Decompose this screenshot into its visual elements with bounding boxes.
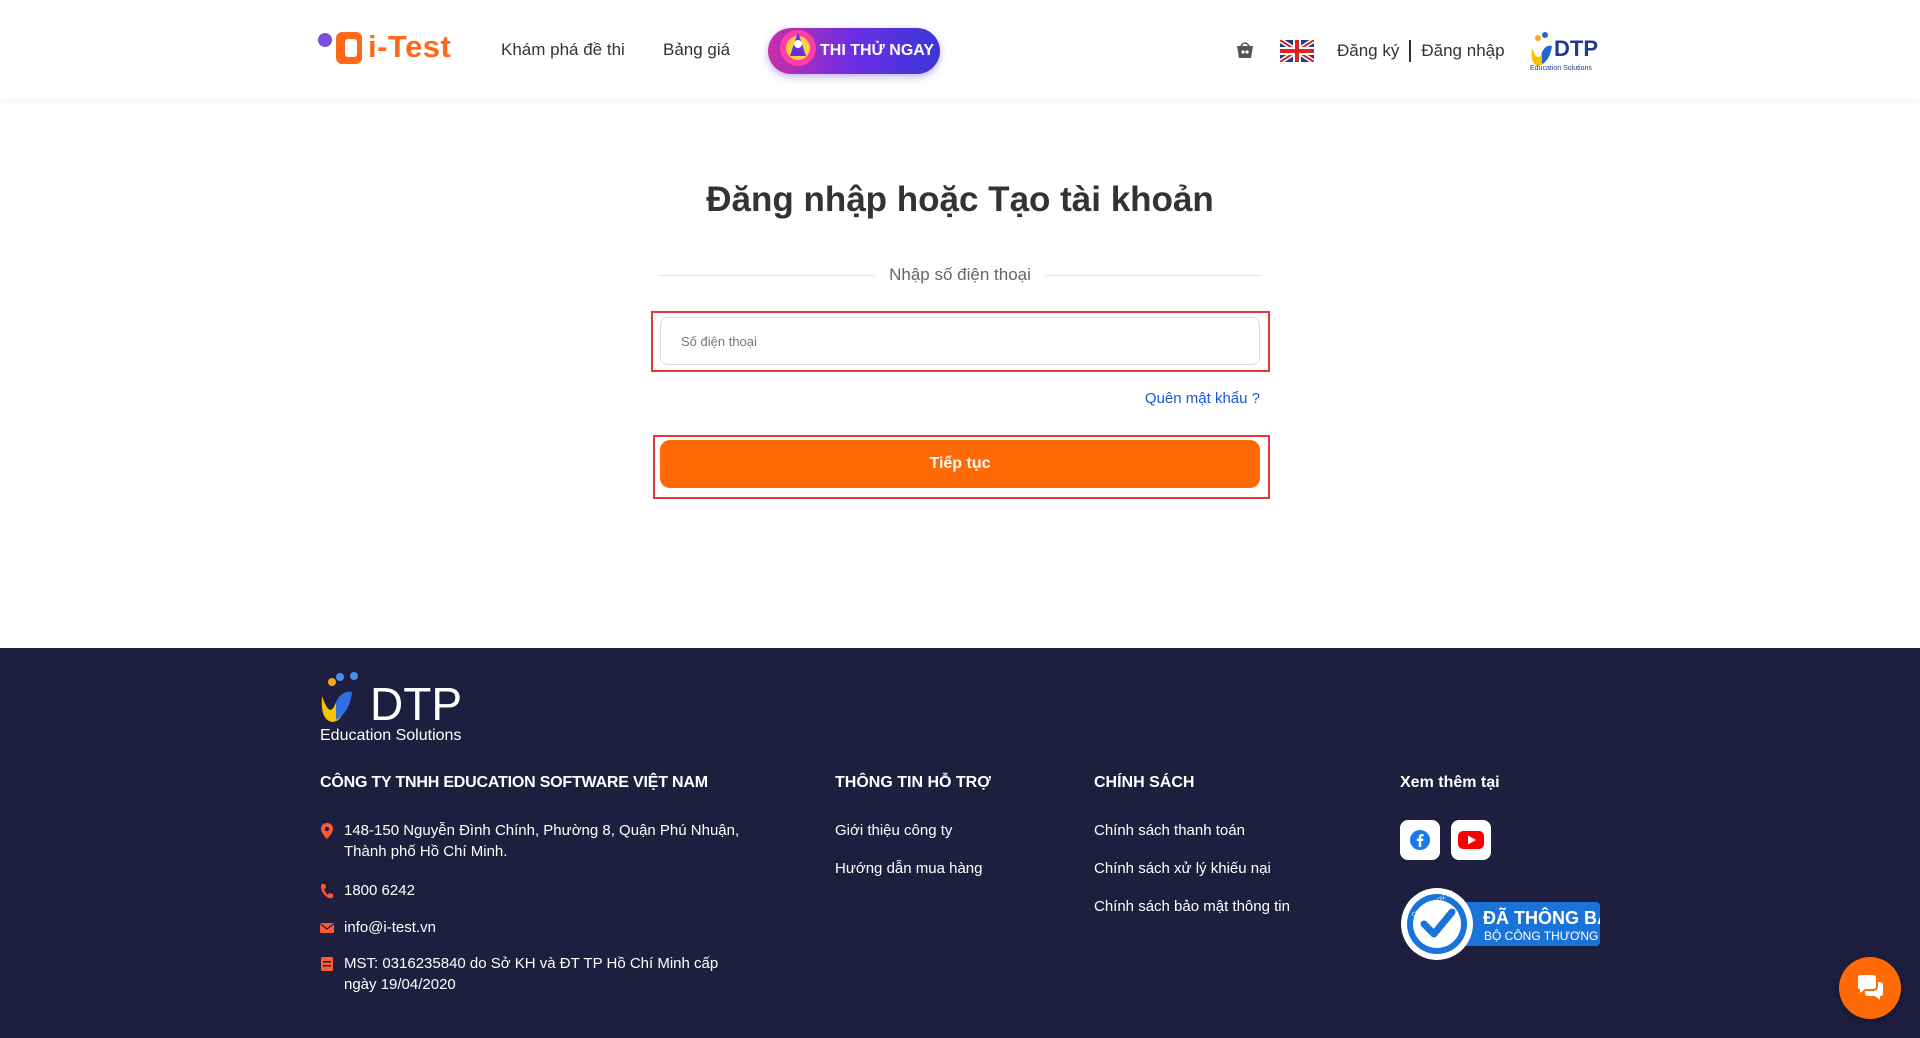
dtp-small-text: DTP (1554, 36, 1598, 61)
link-payment-policy[interactable]: Chính sách thanh toán (1094, 822, 1245, 839)
address-row: 148-150 Nguyễn Đình Chính, Phường 8, Quậ… (320, 820, 739, 862)
phone-icon (321, 884, 333, 899)
cart-icon[interactable] (1234, 40, 1256, 62)
address-line-1: 148-150 Nguyễn Đình Chính, Phường 8, Quậ… (344, 822, 740, 839)
dtp-small-sub: Education Solutions (1530, 65, 1592, 72)
try-test-now-button[interactable]: THI THỬ NGAY (768, 28, 940, 74)
address-line-2: Thành phố Hồ Chí Minh. (344, 843, 508, 860)
nav-explore-exams[interactable]: Khám phá đề thi (501, 40, 625, 60)
chat-button[interactable] (1839, 957, 1901, 1019)
badge-line-2: BỘ CÔNG THƯƠNG (1484, 928, 1598, 943)
badge-line-1: ĐÃ THÔNG BÁO (1483, 907, 1600, 928)
policy-title: CHÍNH SÁCH (1094, 774, 1195, 791)
auth-links: Đăng ký Đăng nhập (1337, 40, 1505, 62)
facebook-button[interactable] (1400, 820, 1440, 860)
divider-text: Nhập số điện thoại (889, 265, 1031, 284)
tax-line-1: MST: 0316235840 do Sở KH và ĐT TP Hồ Chí… (344, 955, 719, 972)
divider-line-right (1044, 274, 1260, 276)
uk-flag-icon[interactable] (1280, 40, 1314, 62)
chat-icon (1858, 975, 1883, 1000)
itest-logo[interactable]: i-Test (318, 28, 451, 66)
footer-logo-text: DTP (370, 678, 462, 730)
location-icon (321, 823, 333, 839)
header: i-Test Khám phá đề thi Bảng giá THI THỬ … (0, 0, 1920, 99)
dtp-footer-logo[interactable]: DTP Education Solutions (318, 672, 462, 744)
link-purchase-guide[interactable]: Hướng dẫn mua hàng (835, 860, 982, 877)
continue-button[interactable]: Tiếp tục (660, 440, 1260, 488)
phone-section-divider: Nhập số điện thoại (660, 264, 1260, 286)
auth-separator (1409, 40, 1412, 62)
nav-pricing[interactable]: Bảng giá (663, 40, 730, 60)
link-complaint-policy[interactable]: Chính sách xử lý khiếu nại (1094, 860, 1271, 877)
logo-text: i-Test (368, 29, 452, 64)
support-title: THÔNG TIN HỖ TRỢ (835, 774, 991, 791)
phone-row: 1800 6242 (320, 880, 415, 901)
footer-phone[interactable]: 1800 6242 (344, 880, 415, 901)
dtp-logo-small[interactable]: DTP Education Solutions (1528, 30, 1602, 72)
logo-dot (318, 33, 332, 47)
rocket-icon (780, 30, 816, 66)
company-name: CÔNG TY TNHH EDUCATION SOFTWARE VIỆT NAM (320, 774, 708, 791)
tax-line-2: ngày 19/04/2020 (344, 976, 456, 993)
cta-label: THI THỬ NGAY (820, 42, 935, 59)
tax-row: MST: 0316235840 do Sở KH và ĐT TP Hồ Chí… (320, 953, 718, 995)
link-privacy-policy[interactable]: Chính sách bảo mật thông tin (1094, 898, 1290, 915)
youtube-button[interactable] (1451, 820, 1491, 860)
page-title: Đăng nhập hoặc Tạo tài khoản (706, 180, 1214, 219)
logo-mark (336, 28, 364, 66)
forgot-password-link[interactable]: Quên mật khẩu ? (1100, 390, 1260, 407)
email-row: info@i-test.vn (320, 917, 436, 938)
footer-email[interactable]: info@i-test.vn (344, 917, 436, 938)
footer: DTP Education Solutions CÔNG TY TNHH EDU… (0, 648, 1920, 1038)
mail-icon (320, 923, 334, 933)
phone-input[interactable] (660, 317, 1260, 365)
tax-icon (321, 957, 333, 971)
more-title: Xem thêm tại (1400, 774, 1500, 791)
facebook-icon (1410, 830, 1430, 850)
youtube-icon (1458, 831, 1484, 849)
divider-line-left (660, 274, 876, 276)
link-about-company[interactable]: Giới thiệu công ty (835, 822, 952, 839)
moit-registered-badge[interactable]: ONLINE.GOV.VN ĐÃ THÔNG BÁO BỘ CÔNG THƯƠN… (1400, 886, 1600, 962)
register-link[interactable]: Đăng ký (1337, 41, 1399, 61)
footer-logo-sub: Education Solutions (320, 727, 461, 744)
login-link[interactable]: Đăng nhập (1421, 41, 1504, 61)
